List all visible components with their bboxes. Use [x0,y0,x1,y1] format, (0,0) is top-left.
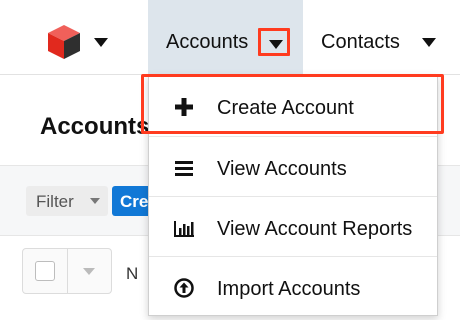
menu-item-label: View Account Reports [217,218,413,240]
filter-button[interactable]: Filter [26,186,108,216]
nav-tab-accounts[interactable]: Accounts [148,0,303,75]
upload-circle-icon [174,278,194,298]
menu-item-import-accounts[interactable]: Import Accounts [149,256,437,315]
highlight-outline [141,74,444,134]
menu-item-label: View Accounts [217,158,347,180]
menu-item-view-accounts[interactable]: View Accounts [149,136,437,196]
chevron-down-icon [269,40,283,49]
chevron-down-icon [90,198,100,204]
nav-accounts-label: Accounts [166,31,249,53]
divider [67,249,68,293]
menu-item-view-account-reports[interactable]: View Account Reports [149,196,437,256]
nav-tab-contacts[interactable]: Contacts [321,31,400,54]
filter-label: Filter [36,192,74,211]
select-all-checkbox[interactable] [35,261,55,281]
chevron-down-icon[interactable] [422,38,436,47]
page-title: Accounts [40,113,150,140]
bar-chart-icon [174,221,194,237]
chevron-down-icon[interactable] [94,38,108,47]
top-navigation-bar: Accounts Contacts [0,0,460,75]
cube-logo-icon [48,25,80,59]
menu-item-label: Import Accounts [217,278,361,300]
list-icon [175,161,193,176]
column-header-peek: N [126,264,139,283]
select-all-control [22,248,112,294]
chevron-down-icon[interactable] [83,268,95,275]
accounts-menu-toggle[interactable] [258,28,290,56]
